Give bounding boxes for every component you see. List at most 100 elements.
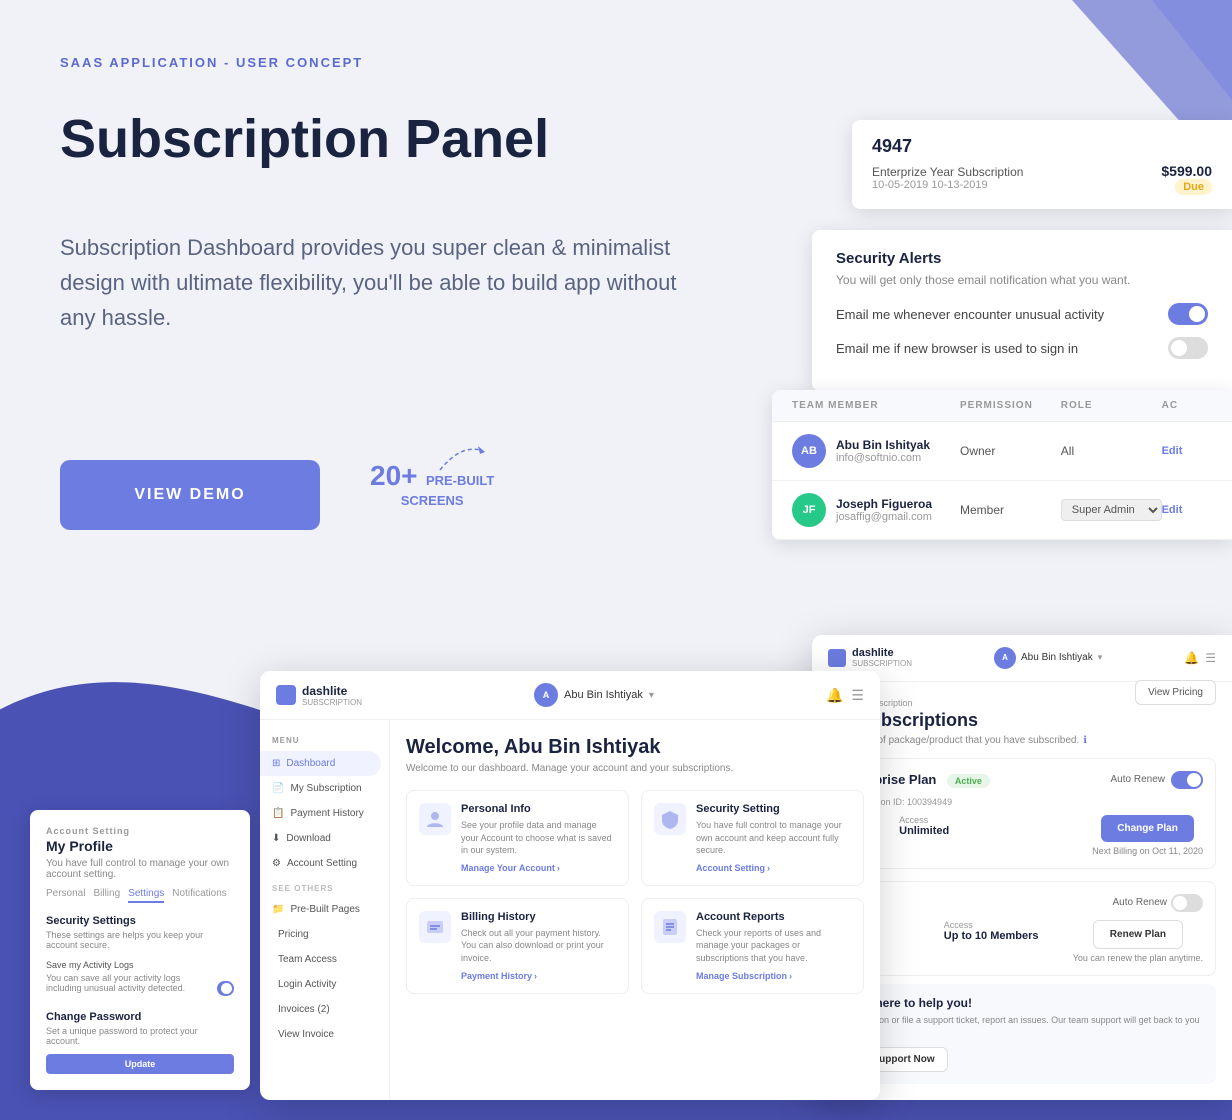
member-email-1: josaffig@gmail.com bbox=[836, 511, 932, 523]
activity-log-label: Save my Activity Logs bbox=[46, 960, 234, 970]
page-title: Subscription Panel bbox=[60, 110, 549, 169]
avatar-jf: JF bbox=[792, 493, 826, 527]
subscription-id: 4947 bbox=[872, 136, 1212, 157]
plan2-auto-renew-toggle[interactable] bbox=[1171, 894, 1203, 912]
plan1-auto-renew-label: Auto Renew bbox=[1111, 774, 1165, 785]
sidebar-item-dashboard[interactable]: ⊞ Dashboard bbox=[260, 751, 381, 776]
plan1-access-value: Unlimited bbox=[899, 825, 949, 837]
security-alerts-title: Security Alerts bbox=[836, 250, 1208, 267]
subscription-info-card: 4947 Enterprize Year Subscription 10-05-… bbox=[852, 120, 1232, 209]
security-setting-icon bbox=[654, 803, 686, 835]
subscription-name: Enterprize Year Subscription bbox=[872, 165, 1023, 179]
alert1-toggle[interactable] bbox=[1168, 303, 1208, 325]
dashboard-card-billing: Billing History Check out all your payme… bbox=[406, 898, 629, 994]
screens-count: 20+ bbox=[370, 460, 418, 491]
subs-notification-icon[interactable]: 🔔 bbox=[1184, 651, 1199, 665]
col-permission: PERMISSION bbox=[960, 400, 1061, 411]
col-role: ROLE bbox=[1061, 400, 1162, 411]
col-action: AC bbox=[1162, 400, 1212, 411]
view-demo-button[interactable]: VIEW DEMO bbox=[60, 460, 320, 530]
member-permission-1: Member bbox=[960, 503, 1061, 517]
dashboard-user-avatar: A bbox=[534, 683, 558, 707]
table-row: AB Abu Bin Ishityak info@softnio.com Own… bbox=[772, 422, 1232, 481]
sidebar-item-payment[interactable]: 📋 Payment History bbox=[260, 801, 389, 826]
card-security-link[interactable]: Account Setting › bbox=[696, 863, 851, 873]
account-reports-icon bbox=[654, 911, 686, 943]
security-settings-title: Security Settings bbox=[46, 915, 234, 927]
subscription-status-badge: Due bbox=[1175, 179, 1212, 195]
support-title: We're here to help you! bbox=[840, 996, 1204, 1010]
hero-description: Subscription Dashboard provides you supe… bbox=[60, 230, 700, 336]
account-setting-desc: You have full control to manage your own… bbox=[46, 858, 234, 880]
card-reports-text: Check your reports of uses and manage yo… bbox=[696, 927, 851, 965]
plan1-next-billing: Next Billing on Oct 11, 2020 bbox=[1092, 846, 1203, 856]
sidebar-item-prebuilt[interactable]: 📁 Pre-Built Pages bbox=[260, 897, 389, 922]
security-alerts-card: Security Alerts You will get only those … bbox=[812, 230, 1232, 391]
plan2-renew-note: You can renew the plan anytime. bbox=[1073, 953, 1203, 963]
sidebar-item-subscription[interactable]: 📄 My Subscription bbox=[260, 776, 389, 801]
col-team-member: TEAM MEMBER bbox=[792, 400, 960, 411]
plan1-access-label: Access bbox=[899, 815, 949, 825]
card-reports-link[interactable]: Manage Subscription › bbox=[696, 971, 851, 981]
subs-logo-icon bbox=[828, 649, 846, 667]
account-setting-breadcrumb: Account Setting bbox=[46, 826, 234, 836]
member-name-0: Abu Bin Ishityak bbox=[836, 438, 930, 452]
renew-plan-button[interactable]: Renew Plan bbox=[1093, 920, 1183, 949]
security-settings-sub: These settings are helps you keep your a… bbox=[46, 930, 234, 950]
change-plan-button[interactable]: Change Plan bbox=[1101, 815, 1194, 842]
sidebar-item-download[interactable]: ⬇ Download bbox=[260, 826, 389, 851]
alert2-label: Email me if new browser is used to sign … bbox=[836, 341, 1078, 356]
main-dashboard-card: dashlite SUBSCRIPTION A Abu Bin Ishtiyak… bbox=[260, 671, 880, 1100]
subscription-price: $599.00 bbox=[1161, 163, 1212, 179]
sidebar-item-login[interactable]: Login Activity bbox=[260, 972, 389, 997]
notification-icon[interactable]: 🔔 bbox=[826, 687, 843, 704]
subs-menu-icon[interactable]: ☰ bbox=[1205, 651, 1216, 665]
dashboard-card-reports: Account Reports Check your reports of us… bbox=[641, 898, 864, 994]
sidebar-item-pricing[interactable]: Pricing bbox=[260, 922, 389, 947]
tab-settings[interactable]: Settings bbox=[128, 888, 164, 903]
plan1-active-badge: Active bbox=[947, 774, 990, 788]
billing-history-icon bbox=[419, 911, 451, 943]
activity-log-note: You can save all your activity logs incl… bbox=[46, 973, 217, 993]
sidebar-item-view-invoice[interactable]: View Invoice bbox=[260, 1022, 389, 1047]
alert2-toggle[interactable] bbox=[1168, 337, 1208, 359]
card-billing-title: Billing History bbox=[461, 911, 616, 923]
account-setting-title: My Profile bbox=[46, 838, 234, 854]
menu-icon[interactable]: ☰ bbox=[851, 687, 864, 704]
sidebar-item-account[interactable]: ⚙ Account Setting bbox=[260, 851, 389, 876]
change-password-title: Change Password bbox=[46, 1011, 234, 1023]
card-billing-text: Check out all your payment history. You … bbox=[461, 927, 616, 965]
plan1-auto-renew-toggle[interactable] bbox=[1171, 771, 1203, 789]
activity-log-toggle[interactable] bbox=[217, 981, 234, 996]
page-subtitle: SAAS APPLICATION - USER CONCEPT bbox=[60, 55, 363, 70]
view-pricing-button[interactable]: View Pricing bbox=[1135, 680, 1216, 705]
team-members-card: TEAM MEMBER PERMISSION ROLE AC AB Abu Bi… bbox=[772, 390, 1232, 540]
member-permission-0: Owner bbox=[960, 444, 1061, 458]
member-edit-1[interactable]: Edit bbox=[1162, 504, 1212, 516]
member-edit-0[interactable]: Edit bbox=[1162, 445, 1212, 457]
subs-user-name: Abu Bin Ishtiyak bbox=[1021, 652, 1093, 663]
sidebar-item-invoices[interactable]: Invoices (2) bbox=[260, 997, 389, 1022]
card-personal-text: See your profile data and manage your Ac… bbox=[461, 819, 616, 857]
table-row: JF Joseph Figueroa josaffig@gmail.com Me… bbox=[772, 481, 1232, 540]
plan2-access-value: Up to 10 Members bbox=[944, 930, 1039, 942]
welcome-heading: Welcome, Abu Bin Ishtiyak bbox=[406, 736, 864, 759]
tab-personal[interactable]: Personal bbox=[46, 888, 85, 903]
card-personal-link[interactable]: Manage Your Account › bbox=[461, 863, 616, 873]
tab-notifications[interactable]: Notifications bbox=[172, 888, 226, 903]
sidebar-item-team[interactable]: Team Access bbox=[260, 947, 389, 972]
subs-logo-sub: SUBSCRIPTION bbox=[852, 659, 912, 668]
member-role-select-1[interactable]: Super Admin Admin Member bbox=[1061, 499, 1162, 521]
personal-info-icon bbox=[419, 803, 451, 835]
update-button[interactable]: Update bbox=[46, 1054, 234, 1074]
avatar-ab: AB bbox=[792, 434, 826, 468]
member-name-1: Joseph Figueroa bbox=[836, 497, 932, 511]
card-security-title: Security Setting bbox=[696, 803, 851, 815]
dashboard-card-personal: Personal Info See your profile data and … bbox=[406, 790, 629, 886]
nav-label-others: SEE OTHERS bbox=[260, 876, 389, 897]
welcome-subheading: Welcome to our dashboard. Manage your ac… bbox=[406, 763, 864, 774]
plan2-access-label: Access bbox=[944, 920, 1039, 930]
card-billing-link[interactable]: Payment History › bbox=[461, 971, 616, 981]
tab-billing[interactable]: Billing bbox=[93, 888, 120, 903]
alert1-label: Email me whenever encounter unusual acti… bbox=[836, 307, 1104, 322]
